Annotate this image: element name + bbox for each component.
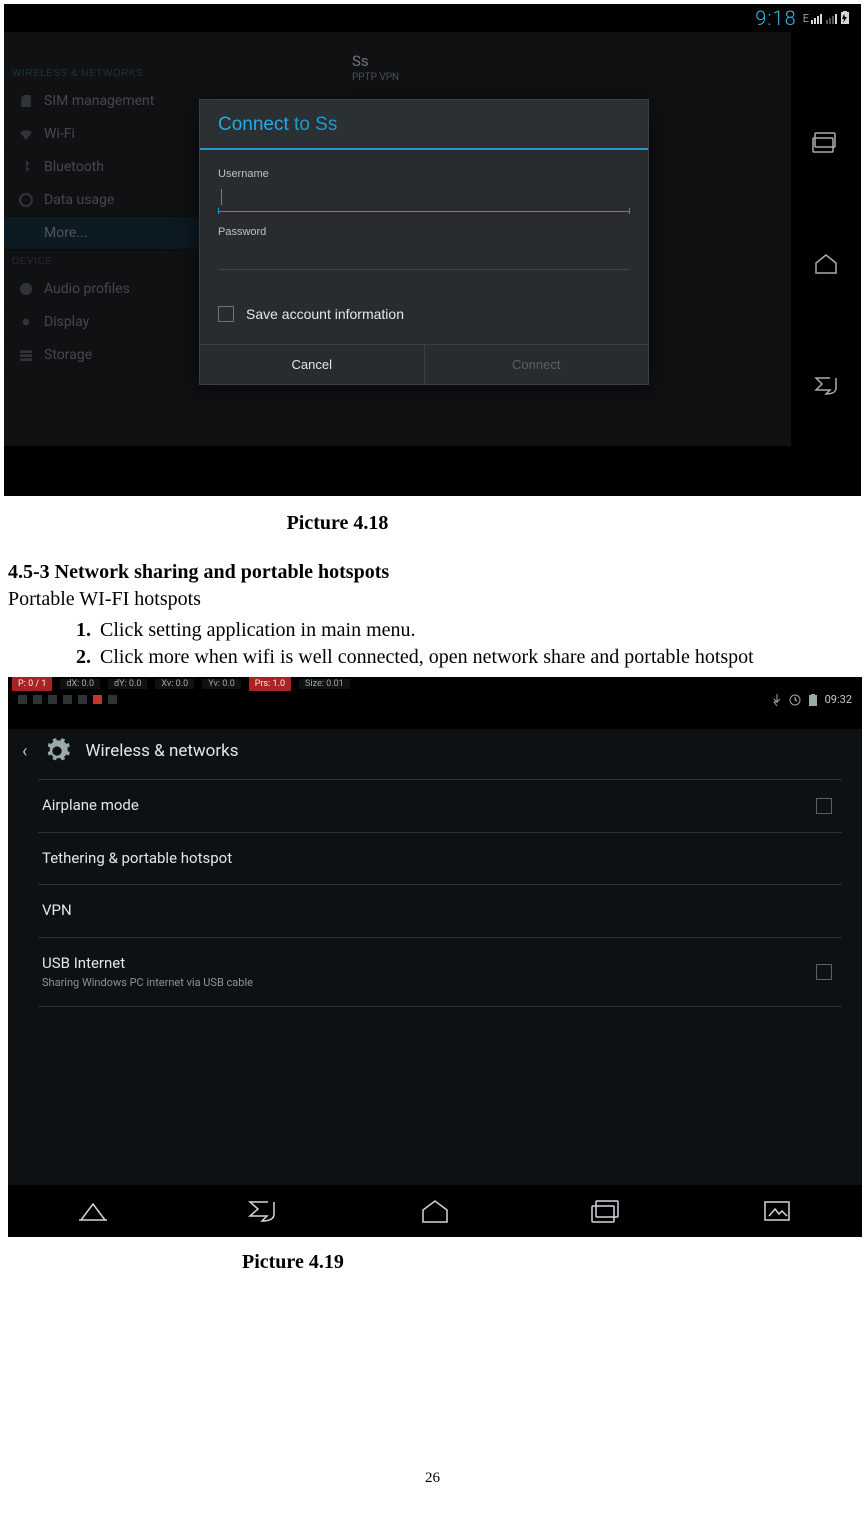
status-right: 09:32: [771, 693, 852, 706]
settings-content: ‹ Wireless & networks Airplane mode Teth…: [8, 729, 862, 1185]
page-title: Wireless & networks: [85, 741, 238, 761]
username-label: Username: [218, 168, 630, 180]
caption-picture-419: Picture 4.19: [242, 1251, 861, 1274]
item-tethering[interactable]: Tethering & portable hotspot: [38, 833, 842, 886]
settings-list: Airplane mode Tethering & portable hotsp…: [38, 779, 842, 1007]
page-number: 26: [4, 1470, 861, 1487]
debug-yv: Yv: 0.0: [202, 679, 241, 689]
debug-prs: Prs: 1.0: [249, 677, 291, 691]
password-input[interactable]: [218, 244, 630, 270]
nav-recents-icon[interactable]: [586, 1198, 626, 1224]
notif-icon: [108, 695, 117, 704]
status-bar: 9:18 E: [4, 4, 861, 32]
notif-icon: [63, 695, 72, 704]
item-usb-internet[interactable]: USB Internet Sharing Windows PC internet…: [38, 938, 842, 1008]
item-airplane-mode[interactable]: Airplane mode: [38, 780, 842, 833]
password-label: Password: [218, 226, 630, 238]
debug-xv: Xv: 0.0: [155, 679, 194, 689]
connect-button[interactable]: Connect: [424, 345, 649, 384]
signal-bars-2-icon: [826, 12, 838, 24]
save-account-checkbox-row[interactable]: Save account information: [200, 290, 648, 344]
signal-bars-icon: [811, 12, 823, 24]
notif-icon: [33, 695, 42, 704]
nav-screenshot-icon[interactable]: [757, 1198, 797, 1224]
notif-icon: [93, 695, 102, 704]
nav-menu-icon[interactable]: [73, 1198, 113, 1224]
caption-picture-418: Picture 4.18: [287, 512, 389, 535]
title-bar: ‹ Wireless & networks: [8, 729, 862, 779]
download-icon: [771, 694, 783, 706]
status-time: 09:32: [825, 693, 852, 706]
debug-bar: P: 0 / 1 dX: 0.0 dY: 0.0 Xv: 0.0 Yv: 0.0…: [8, 677, 862, 691]
debug-p: P: 0 / 1: [12, 677, 52, 691]
checkbox-icon[interactable]: [816, 798, 832, 814]
debug-dy: dY: 0.0: [108, 679, 147, 689]
nav-back-icon[interactable]: [244, 1198, 284, 1224]
item-vpn[interactable]: VPN: [38, 885, 842, 938]
screenshot-vpn-dialog: 9:18 E WIRELESS & NETWORKS SIM managemen…: [4, 4, 861, 496]
battery-icon: [807, 694, 819, 706]
dialog-buttons: Cancel Connect: [200, 344, 648, 384]
battery-icon: [841, 11, 849, 25]
step-1: Click setting application in main menu.: [96, 617, 861, 644]
heading-4-5-3: 4.5-3 Network sharing and portable hotsp…: [8, 561, 861, 584]
nav-home-icon[interactable]: [415, 1198, 455, 1224]
clock-icon: [789, 694, 801, 706]
connect-dialog: Connect to Ss Username Password Save acc…: [199, 99, 649, 385]
checkbox-icon[interactable]: [218, 306, 234, 322]
debug-size: Size: 0.01: [299, 679, 350, 689]
notif-icon: [18, 695, 27, 704]
notif-icon: [78, 695, 87, 704]
dialog-title: Connect to Ss: [200, 100, 648, 150]
signal-e-icon: E: [803, 12, 808, 25]
steps-list: Click setting application in main menu. …: [96, 617, 861, 671]
debug-dx: dX: 0.0: [60, 679, 100, 689]
back-arrow-icon[interactable]: ‹: [22, 741, 27, 762]
username-input[interactable]: [218, 186, 630, 212]
cancel-button[interactable]: Cancel: [200, 345, 424, 384]
step-2: Click more when wifi is well connected, …: [96, 644, 861, 671]
bottom-nav-bar: [8, 1185, 862, 1237]
notif-icon: [48, 695, 57, 704]
status-time: 9:18: [755, 6, 796, 30]
notification-icons: [18, 695, 117, 704]
text-portable-hotspots: Portable WI-FI hotspots: [8, 588, 861, 611]
checkbox-icon[interactable]: [816, 964, 832, 980]
settings-gear-icon: [43, 737, 71, 765]
screenshot-wireless-networks: P: 0 / 1 dX: 0.0 dY: 0.0 Xv: 0.0 Yv: 0.0…: [8, 677, 862, 1237]
status-icons: E: [803, 11, 849, 25]
